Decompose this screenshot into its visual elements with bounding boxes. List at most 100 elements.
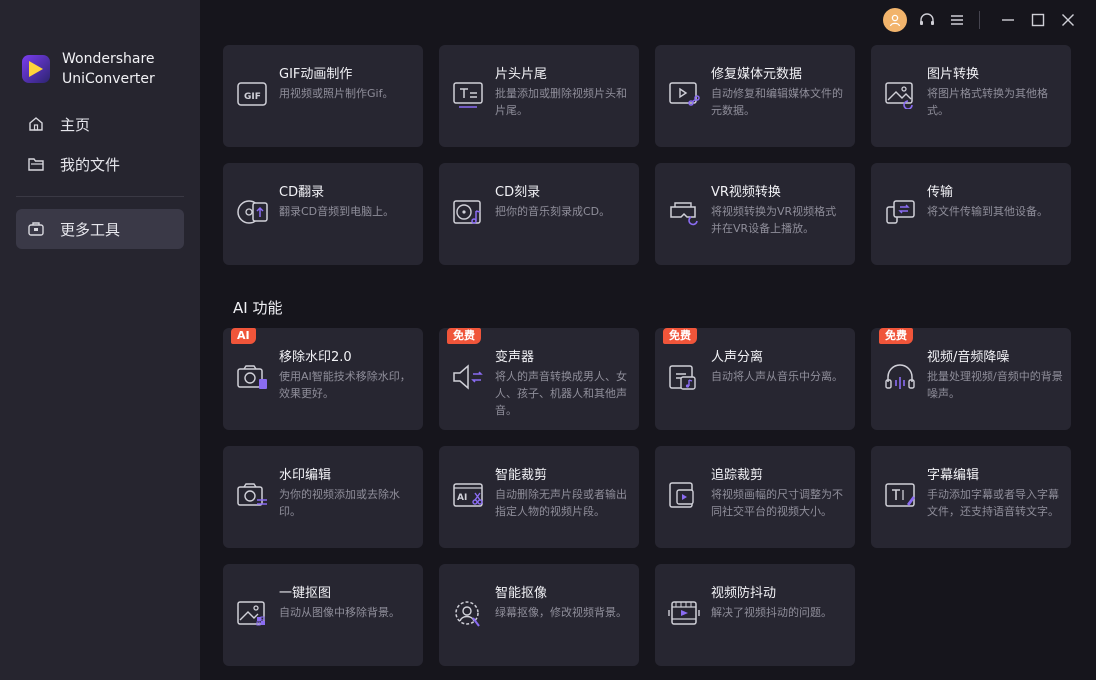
brand-name: Wondershare UniConverter: [62, 49, 155, 89]
tool-card-intro-outro[interactable]: 片头片尾 批量添加或删除视频片头和片尾。: [439, 45, 639, 147]
support-button[interactable]: [915, 8, 939, 32]
tool-desc: 自动将人声从音乐中分离。: [711, 370, 843, 383]
tool-card-metadata[interactable]: 修复媒体元数据 自动修复和编辑媒体文件的元数据。: [655, 45, 855, 147]
tool-desc: 自动从图像中移除背景。: [279, 606, 400, 619]
watermark-edit-icon: [237, 483, 267, 506]
home-icon: [26, 114, 46, 134]
tool-title: 字幕编辑: [927, 468, 980, 483]
user-avatar-button[interactable]: [883, 8, 907, 32]
ai-section-title: AI 功能: [233, 299, 283, 317]
tool-title: GIF动画制作: [279, 67, 353, 82]
brand: Wondershare UniConverter: [22, 49, 155, 89]
tool-title: VR视频转换: [711, 185, 781, 200]
nav-more-tools[interactable]: 更多工具: [16, 209, 184, 249]
folder-icon: [26, 154, 46, 174]
tool-desc: 用视频或照片制作Gif。: [279, 87, 394, 100]
tool-title: 修复媒体元数据: [711, 67, 803, 82]
toolbox-icon: [26, 219, 46, 239]
tool-desc: 解决了视频抖动的问题。: [711, 606, 832, 619]
headset-support-icon: [920, 13, 934, 25]
vr-icon: [670, 202, 698, 226]
tool-desc: 将人的声音转换成男人、女人、孩子、机器人和其他声音。: [495, 370, 627, 417]
image-convert-icon: [885, 82, 913, 109]
tool-card-vocal-remover[interactable]: 免费 人声分离 自动将人声从音乐中分离。: [655, 328, 855, 430]
tool-card-cd-ripper[interactable]: CD翻录 翻录CD音频到电脑上。: [223, 163, 423, 265]
tool-title: 片头片尾: [495, 67, 548, 82]
tool-desc: 将文件传输到其他设备。: [927, 205, 1048, 218]
nav-home[interactable]: 主页: [16, 104, 184, 144]
tool-card-image-converter[interactable]: 图片转换 将图片格式转换为其他格式。: [871, 45, 1071, 147]
tool-desc: 为你的视频添加或去除水印。: [279, 488, 400, 518]
tool-title: 图片转换: [927, 67, 980, 82]
tool-desc: 将视频转换为VR视频格式并在VR设备上播放。: [711, 205, 837, 235]
tool-card-vr-converter[interactable]: VR视频转换 将视频转换为VR视频格式并在VR设备上播放。: [655, 163, 855, 265]
smart-cutout-icon: [455, 601, 480, 627]
cd-ripper-icon: [237, 200, 268, 224]
metadata-icon: [669, 82, 700, 106]
tool-card-subtitle-editor[interactable]: 字幕编辑 手动添加字幕或者导入字幕文件，还支持语音转文字。: [871, 446, 1071, 548]
tool-card-gif-maker[interactable]: GIF GIF动画制作 用视频或照片制作Gif。: [223, 45, 423, 147]
tool-title: 变声器: [495, 350, 535, 365]
menu-button[interactable]: [945, 8, 969, 32]
user-avatar-icon: [883, 8, 907, 32]
title-bar-separator: [979, 11, 980, 29]
nav-home-label: 主页: [60, 115, 91, 134]
tool-card-noise-reduction[interactable]: 免费 视频/音频降噪 批量处理视频/音频中的背景噪声。: [871, 328, 1071, 430]
subtitle-icon: [885, 483, 915, 507]
tool-card-auto-reframe[interactable]: 追踪裁剪 将视频画幅的尺寸调整为不同社交平台的视频大小。: [655, 446, 855, 548]
vocal-remover-icon: [669, 365, 696, 390]
uniconverter-logo-icon: [22, 55, 50, 83]
tool-desc: 把你的音乐刻录成CD。: [495, 205, 611, 218]
intro-outro-icon: [453, 82, 483, 108]
auto-reframe-icon: [669, 482, 694, 508]
tool-card-watermark-remover[interactable]: AI 移除水印2.0 使用AI智能技术移除水印，效果更好。: [223, 328, 423, 430]
tool-desc: 将视频画幅的尺寸调整为不同社交平台的视频大小。: [711, 488, 843, 518]
gif-icon: GIF: [237, 82, 267, 106]
brand-line2: UniConverter: [62, 71, 155, 87]
tool-card-smart-trimmer[interactable]: AI 智能裁剪 自动删除无声片段或者输出指定人物的视频片段。: [439, 446, 639, 548]
tool-title: 智能抠像: [495, 586, 548, 601]
title-bar-controls: [877, 8, 1080, 32]
tool-title: 人声分离: [711, 350, 764, 365]
maximize-button[interactable]: [1026, 8, 1050, 32]
tool-desc: 翻录CD音频到电脑上。: [279, 205, 395, 218]
tool-card-stabilization[interactable]: 视频防抖动 解决了视频抖动的问题。: [655, 564, 855, 666]
tool-title: 视频/音频降噪: [927, 350, 1010, 365]
tool-card-cd-burner[interactable]: CD刻录 把你的音乐刻录成CD。: [439, 163, 639, 265]
maximize-icon: [1031, 13, 1045, 27]
tool-title: 移除水印2.0: [279, 350, 352, 365]
tool-title: 传输: [927, 185, 954, 200]
tool-card-transfer[interactable]: 传输 将文件传输到其他设备。: [871, 163, 1071, 265]
tool-desc: 使用AI智能技术移除水印，效果更好。: [279, 370, 411, 400]
voice-changer-icon: [453, 364, 483, 390]
close-icon: [1062, 14, 1074, 26]
sidebar: Wondershare UniConverter 主页 我的文件 更多工具: [0, 0, 200, 680]
tool-desc: 批量添加或删除视频片头和片尾。: [495, 87, 627, 117]
svg-text:GIF: GIF: [244, 92, 261, 102]
tool-card-smart-cutout[interactable]: 智能抠像 绿幕抠像，修改视频背景。: [439, 564, 639, 666]
tool-title: 一键抠图: [279, 586, 332, 601]
nav-my-files-label: 我的文件: [60, 155, 121, 174]
nav-more-tools-label: 更多工具: [60, 220, 121, 239]
tool-title: 追踪裁剪: [711, 468, 764, 483]
tool-desc: 绿幕抠像，修改视频背景。: [495, 606, 627, 619]
tool-title: 智能裁剪: [495, 468, 548, 483]
tool-card-bg-remover[interactable]: 一键抠图 自动从图像中移除背景。: [223, 564, 423, 666]
tool-desc: 批量处理视频/音频中的背景噪声。: [927, 370, 1063, 400]
tool-desc: 自动修复和编辑媒体文件的元数据。: [711, 87, 843, 117]
noise-reduction-icon: [885, 364, 915, 389]
close-button[interactable]: [1056, 8, 1080, 32]
tool-title: 水印编辑: [279, 468, 332, 483]
free-badge: 免费: [879, 328, 913, 344]
minimize-button[interactable]: [996, 8, 1020, 32]
ai-badge: AI: [231, 328, 256, 344]
minimize-icon: [1002, 19, 1014, 21]
tool-card-voice-changer[interactable]: 免费 变声器 将人的声音转换成男人、女人、孩子、机器人和其他声音。: [439, 328, 639, 430]
transfer-icon: [886, 200, 915, 224]
tool-desc: 将图片格式转换为其他格式。: [927, 87, 1048, 117]
nav-my-files[interactable]: 我的文件: [16, 144, 184, 184]
tool-title: 视频防抖动: [711, 586, 777, 601]
free-badge: 免费: [663, 328, 697, 344]
tool-card-watermark-editor[interactable]: 水印编辑 为你的视频添加或去除水印。: [223, 446, 423, 548]
tool-title: CD刻录: [495, 185, 541, 200]
